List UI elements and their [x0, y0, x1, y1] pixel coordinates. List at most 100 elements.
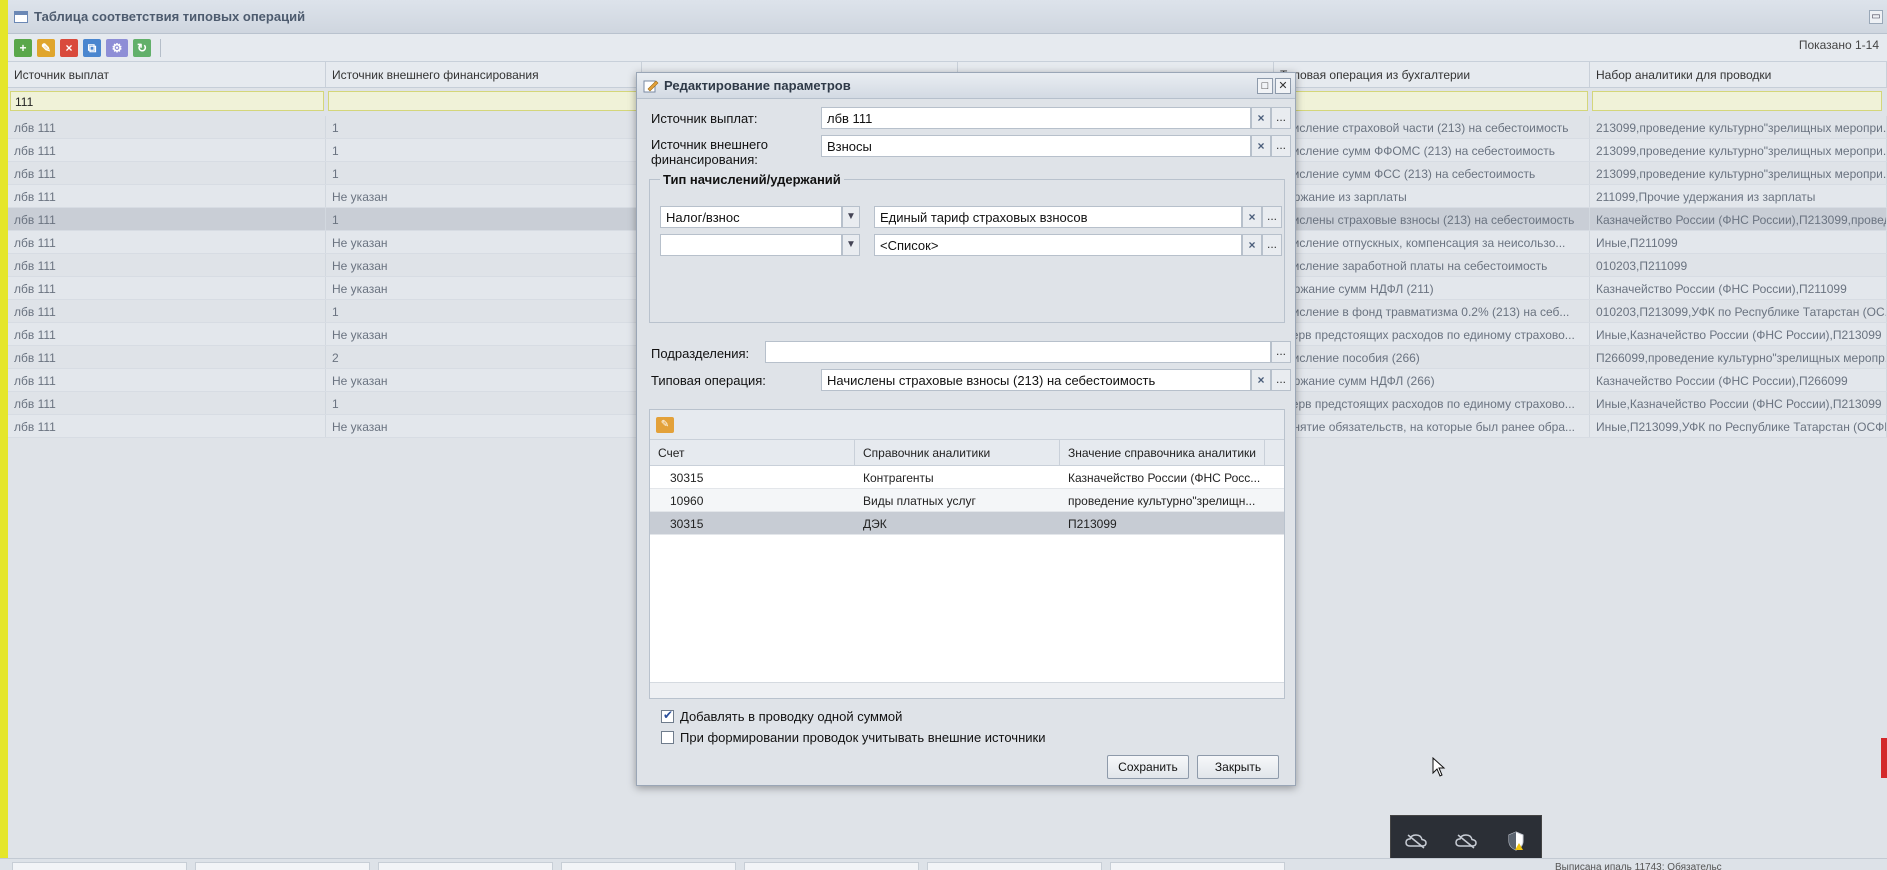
one-sum-label: Добавлять в проводку одной суммой: [680, 709, 903, 724]
analytics-panel: ✎ Счет Справочник аналитики Значение спр…: [649, 409, 1285, 699]
main-toolbar: + ✎ × ⧉ ⚙ ↻: [8, 34, 1887, 62]
cell-set: Иные,Казначейство России (ФНС России),П2…: [1590, 323, 1887, 345]
filter-payment-source[interactable]: 111: [10, 91, 324, 111]
one-sum-checkbox-row[interactable]: Добавлять в проводку одной суммой: [661, 708, 903, 724]
mouse-cursor-icon: [1432, 757, 1446, 777]
payment-source-field[interactable]: лбв 111: [821, 107, 1251, 129]
edit-params-dialog: Редактирование параметров □ ✕ Источник в…: [636, 72, 1296, 786]
ext-sources-checkbox-row[interactable]: При формировании проводок учитывать внеш…: [661, 730, 1045, 745]
dialog-title-bar[interactable]: Редактирование параметров □ ✕: [637, 73, 1295, 99]
cell-set: Иные,П211099: [1590, 231, 1887, 253]
col-header-typical-op[interactable]: Типовая операция из бухгалтерии: [1274, 62, 1590, 87]
cell-ref: ДЭК: [863, 517, 887, 531]
delete-icon[interactable]: ×: [60, 38, 78, 57]
filter-typical-op[interactable]: [1276, 91, 1588, 111]
add-icon[interactable]: +: [14, 38, 32, 57]
analytics-horizontal-scrollbar[interactable]: [650, 682, 1284, 698]
col-header-analytics-set[interactable]: Набор аналитики для проводки: [1590, 62, 1887, 87]
taskbar-tab[interactable]: [378, 862, 553, 870]
analytics-header: Счет Справочник аналитики Значение справ…: [650, 440, 1284, 466]
ext-source-field[interactable]: Взносы: [821, 135, 1251, 157]
dialog-close-button[interactable]: ✕: [1275, 78, 1291, 94]
cell-src: лбв 111: [8, 139, 326, 161]
cell-set: 010203,П211099: [1590, 254, 1887, 276]
cell-set: 211099,Прочие удержания из зарплаты: [1590, 185, 1887, 207]
edit-icon[interactable]: ✎: [37, 38, 55, 57]
col-header-payment-source[interactable]: Источник выплат: [8, 62, 326, 87]
col-header-ref-value[interactable]: Значение справочника аналитики: [1060, 440, 1265, 465]
analytics-row[interactable]: 30315 Контрагенты Казначейство России (Ф…: [650, 466, 1284, 489]
accrual-clear-button-2[interactable]: ×: [1242, 234, 1262, 256]
one-sum-checkbox[interactable]: [661, 708, 674, 723]
accrual-clear-button-1[interactable]: ×: [1242, 206, 1262, 228]
close-button[interactable]: Закрыть: [1197, 755, 1279, 779]
payment-source-clear-button[interactable]: ×: [1251, 107, 1271, 129]
accrual-select-button-1[interactable]: ...: [1262, 206, 1282, 228]
subdivisions-select-button[interactable]: ...: [1271, 341, 1291, 363]
accrual-value-field-1[interactable]: Единый тариф страховых взносов: [874, 206, 1242, 228]
chevron-down-icon[interactable]: ▼: [842, 206, 860, 228]
main-title-bar: Таблица соответствия типовых операций ▭: [8, 0, 1887, 34]
cell-op: держание сумм НДФЛ (266): [1274, 369, 1590, 391]
security-shield-warning-icon[interactable]: [1503, 830, 1529, 852]
filter-analytics-set[interactable]: [1592, 91, 1882, 111]
taskbar-tab[interactable]: [1110, 862, 1285, 870]
taskbar-tab[interactable]: [195, 862, 370, 870]
cell-src: лбв 111: [8, 116, 326, 138]
ext-sources-label: При формировании проводок учитывать внеш…: [680, 730, 1046, 745]
filter-ext-source[interactable]: [328, 91, 640, 111]
payment-source-select-button[interactable]: ...: [1271, 107, 1291, 129]
cell-ext: Не указан: [326, 277, 642, 299]
maximize-button[interactable]: □: [1257, 78, 1273, 94]
ext-source-select-button[interactable]: ...: [1271, 135, 1291, 157]
save-button[interactable]: Сохранить: [1107, 755, 1189, 779]
copy-icon[interactable]: ⧉: [83, 38, 101, 57]
accrual-value-field-2[interactable]: <Список>: [874, 234, 1242, 256]
cell-op: ачисление пособия (266): [1274, 346, 1590, 368]
cell-ref: Контрагенты: [863, 471, 934, 485]
cell-ext: 1: [326, 300, 642, 322]
dialog-title: Редактирование параметров: [664, 78, 851, 93]
col-header-ext-source[interactable]: Источник внешнего финансирования: [326, 62, 642, 87]
cloud-offline-icon[interactable]: [1453, 830, 1479, 852]
col-header-account[interactable]: Счет: [650, 440, 855, 465]
taskbar-tab[interactable]: [561, 862, 736, 870]
cell-set: Иные,Казначейство России (ФНС России),П2…: [1590, 392, 1887, 414]
typical-op-clear-button[interactable]: ×: [1251, 369, 1271, 391]
cell-ref-value: Казначейство России (ФНС Росс...: [1068, 471, 1261, 485]
status-text: Выписана ипаль 11743; Обязательс: [1555, 862, 1722, 870]
edit-analytics-icon[interactable]: ✎: [656, 417, 674, 433]
ext-source-clear-button[interactable]: ×: [1251, 135, 1271, 157]
cloud-offline-icon[interactable]: [1403, 830, 1429, 852]
cell-set: 213099,проведение культурно"зрелищных ме…: [1590, 116, 1887, 138]
refresh-icon[interactable]: ↻: [133, 38, 151, 57]
typical-op-field[interactable]: Начислены страховые взносы (213) на себе…: [821, 369, 1251, 391]
cell-op: ачисление отпускных, компенсация за неис…: [1274, 231, 1590, 253]
ext-source-label: Источник внешнего финансирования:: [651, 137, 768, 167]
accrual-select-button-2[interactable]: ...: [1262, 234, 1282, 256]
chevron-down-icon[interactable]: ▼: [842, 234, 860, 256]
cell-src: лбв 111: [8, 323, 326, 345]
cell-op: ачисление в фонд травматизма 0.2% (213) …: [1274, 300, 1590, 322]
taskbar-tab[interactable]: [744, 862, 919, 870]
taskbar-tab[interactable]: [12, 862, 187, 870]
analytics-row-selected[interactable]: 30315 ДЭК П213099: [650, 512, 1284, 535]
toolbar-separator: [160, 38, 161, 57]
cell-src: лбв 111: [8, 346, 326, 368]
accrual-type-combo-1[interactable]: Налог/взнос: [660, 206, 842, 228]
cell-set: 213099,проведение культурно"зрелищных ме…: [1590, 139, 1887, 161]
payment-source-label: Источник выплат:: [651, 111, 758, 126]
typical-op-select-button[interactable]: ...: [1271, 369, 1291, 391]
cell-src: лбв 111: [8, 277, 326, 299]
accrual-type-combo-2[interactable]: [660, 234, 842, 256]
col-header-ref[interactable]: Справочник аналитики: [855, 440, 1060, 465]
ext-sources-checkbox[interactable]: [661, 731, 674, 744]
taskbar-tab[interactable]: [927, 862, 1102, 870]
subdivisions-field[interactable]: [765, 341, 1271, 363]
analytics-row[interactable]: 10960 Виды платных услуг проведение куль…: [650, 489, 1284, 512]
cell-account: 30315: [670, 517, 704, 531]
minimize-button[interactable]: ▭: [1869, 10, 1883, 24]
cell-ref: Виды платных услуг: [863, 494, 976, 508]
cell-ext: 2: [326, 346, 642, 368]
gear-icon[interactable]: ⚙: [106, 38, 128, 57]
